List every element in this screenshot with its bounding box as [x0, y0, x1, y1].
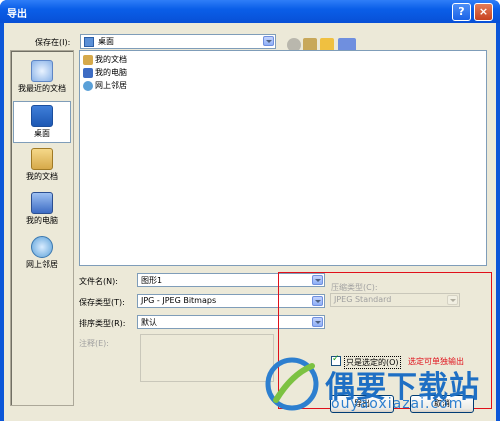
list-item[interactable]: 网上邻居 [83, 80, 127, 92]
save-in-dropdown[interactable]: 桌面 [80, 34, 276, 49]
title-bar: 导出 ? × [0, 0, 500, 23]
place-label: 我的文档 [26, 172, 58, 181]
filename-value: 图形1 [141, 276, 163, 285]
filetype-label: 保存类型(T): [79, 298, 125, 307]
my-documents-icon [31, 148, 53, 170]
desktop-icon [84, 37, 94, 47]
save-in-label: 保存在(I): [35, 38, 71, 47]
window-title: 导出 [7, 9, 27, 20]
filetype-value: JPG - JPEG Bitmaps [141, 296, 217, 305]
place-label: 我的电脑 [26, 216, 58, 225]
comment-field [140, 334, 274, 382]
filename-label: 文件名(N): [79, 277, 118, 286]
recent-documents-icon [31, 60, 53, 82]
file-list[interactable]: 我的文档 我的电脑 网上邻居 [79, 50, 487, 266]
close-button[interactable]: × [474, 3, 493, 21]
place-recent-documents[interactable]: 我最近的文档 [13, 57, 71, 99]
my-computer-icon [31, 192, 53, 214]
place-label: 我最近的文档 [18, 84, 66, 93]
sort-value: 默认 [141, 318, 157, 327]
place-label: 网上邻居 [26, 260, 58, 269]
watermark-url: ouyaoxiazai.com [331, 396, 464, 412]
my-computer-icon [83, 67, 93, 78]
list-item[interactable]: 我的文档 [83, 54, 127, 66]
help-button[interactable]: ? [452, 3, 471, 21]
my-documents-icon [83, 54, 93, 65]
place-label: 桌面 [34, 129, 50, 138]
network-places-icon [31, 236, 53, 258]
places-bar: 我最近的文档 桌面 我的文档 我的电脑 网上邻居 [10, 50, 74, 406]
list-item[interactable]: 我的电脑 [83, 67, 127, 79]
place-my-computer[interactable]: 我的电脑 [13, 189, 71, 231]
save-in-value: 桌面 [98, 37, 114, 46]
place-desktop[interactable]: 桌面 [13, 101, 71, 143]
watermark-logo-icon [265, 357, 319, 411]
comment-label: 注释(E): [79, 339, 109, 348]
export-dialog: 导出 ? × 保存在(I): 桌面 我最近的文档 桌面 我的文档 我的电脑 网上… [0, 0, 500, 421]
network-places-icon [83, 80, 93, 91]
place-network[interactable]: 网上邻居 [13, 233, 71, 275]
chevron-down-icon [263, 36, 274, 46]
sort-label: 排序类型(R): [79, 319, 126, 328]
desktop-icon [31, 105, 53, 127]
place-my-documents[interactable]: 我的文档 [13, 145, 71, 187]
